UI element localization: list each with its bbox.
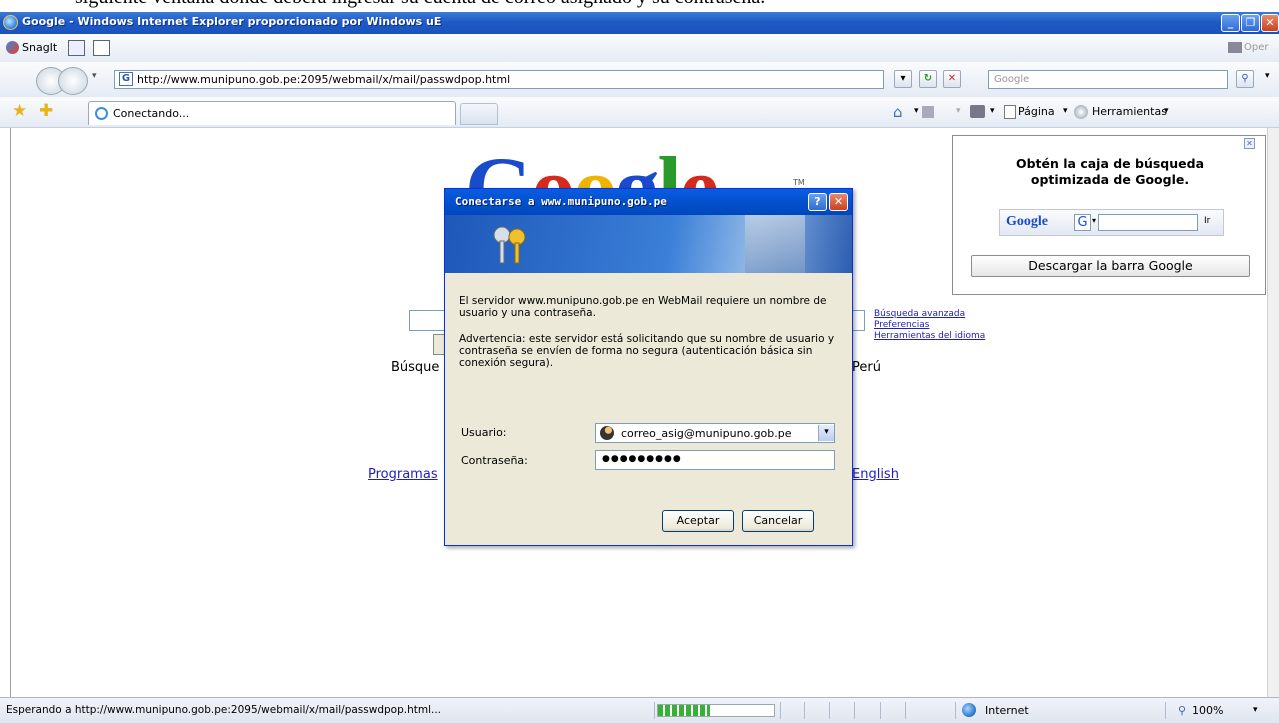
dialog-warning: Advertencia: este servidor está solicita… bbox=[459, 333, 835, 369]
peru-fragment: Perú bbox=[852, 360, 881, 375]
banner-keys-shadow bbox=[745, 215, 805, 273]
promo-g-icon: G bbox=[1074, 214, 1091, 231]
vertical-scrollbar[interactable] bbox=[1267, 128, 1279, 697]
dialog-close-button[interactable]: ✕ bbox=[829, 193, 848, 211]
password-value: ●●●●●●●●● bbox=[602, 454, 682, 464]
forward-button[interactable] bbox=[58, 67, 88, 95]
snagit-label[interactable]: SnagIt bbox=[22, 41, 57, 54]
home-chevron-down-icon[interactable]: ▾ bbox=[914, 106, 919, 116]
window-title: Google - Windows Internet Explorer propo… bbox=[22, 15, 442, 28]
dialog-title-bar: Conectarse a www.munipuno.gob.pe ? ✕ bbox=[445, 189, 852, 215]
search-options-chevron-down-icon[interactable]: ▾ bbox=[1265, 71, 1270, 81]
address-dropdown-button[interactable]: ▾ bbox=[894, 70, 912, 88]
favorites-star-icon[interactable]: ★ bbox=[12, 101, 27, 121]
zoom-icon[interactable]: ⚲ bbox=[1178, 704, 1186, 717]
tools-menu[interactable]: Herramientas bbox=[1092, 105, 1167, 118]
cancel-button[interactable]: Cancelar bbox=[742, 510, 814, 532]
address-url: http://www.munipuno.gob.pe:2095/webmail/… bbox=[137, 73, 511, 86]
close-window-button[interactable]: ✕ bbox=[1261, 14, 1279, 32]
status-bar: Esperando a http://www.munipuno.gob.pe:2… bbox=[0, 697, 1279, 723]
preferences-link[interactable]: Preferencias bbox=[874, 320, 929, 330]
search-placeholder: Google bbox=[994, 74, 1030, 85]
open-icon[interactable] bbox=[1228, 42, 1242, 53]
user-combo[interactable]: correo_asig@munipuno.gob.pe ▾ bbox=[595, 423, 835, 443]
language-tools-link[interactable]: Herramientas del idioma bbox=[874, 331, 985, 341]
stop-icon[interactable]: ✕ bbox=[943, 70, 961, 88]
help-button[interactable]: ? bbox=[808, 193, 827, 211]
search-fragment-left: Búsque bbox=[391, 360, 440, 375]
promo-toolbar-preview: Google G ▾ Ir bbox=[999, 209, 1224, 236]
google-search-input[interactable] bbox=[409, 310, 449, 331]
home-icon[interactable]: ⌂ bbox=[893, 103, 903, 121]
promo-heading: Obtén la caja de búsqueda optimizada de … bbox=[1015, 156, 1205, 187]
new-tab-button[interactable] bbox=[460, 103, 498, 125]
promo-go-label: Ir bbox=[1204, 216, 1211, 226]
loading-icon bbox=[95, 107, 108, 120]
promo-chevron-down-icon: ▾ bbox=[1092, 216, 1097, 225]
document-caption: siguiente ventana donde deberá ingresar … bbox=[0, 0, 1279, 12]
dialog-title: Conectarse a www.munipuno.gob.pe bbox=[455, 195, 667, 208]
user-label: Usuario: bbox=[461, 426, 507, 439]
user-avatar-icon bbox=[600, 426, 614, 440]
snagit-toolbar: SnagIt Oper bbox=[0, 34, 1279, 63]
open-label[interactable]: Oper bbox=[1244, 42, 1268, 53]
internet-globe-icon bbox=[962, 703, 976, 717]
caption-text: siguiente ventana donde deberá ingresar … bbox=[75, 0, 765, 9]
address-field[interactable]: G http://www.munipuno.gob.pe:2095/webmai… bbox=[114, 70, 884, 89]
promo-search-field bbox=[1098, 214, 1198, 231]
password-label: Contraseña: bbox=[461, 454, 528, 467]
keys-icon bbox=[490, 223, 530, 267]
security-zone: Internet bbox=[985, 704, 1029, 717]
feeds-icon[interactable] bbox=[922, 106, 934, 118]
minimize-button[interactable]: _ bbox=[1221, 14, 1240, 32]
tools-gear-icon[interactable] bbox=[1074, 105, 1088, 119]
ie-logo-icon bbox=[3, 15, 18, 30]
print-icon[interactable] bbox=[970, 105, 985, 118]
close-promo-icon[interactable]: ✕ bbox=[1244, 138, 1255, 149]
address-toolbar: ▾ G http://www.munipuno.gob.pe:2095/webm… bbox=[0, 62, 1279, 98]
page-chevron-down-icon[interactable]: ▾ bbox=[1063, 106, 1068, 116]
password-field[interactable]: ●●●●●●●●● bbox=[595, 450, 835, 470]
history-chevron-down-icon[interactable]: ▾ bbox=[92, 71, 97, 81]
refresh-icon[interactable]: ↻ bbox=[919, 70, 937, 88]
dialog-banner bbox=[445, 215, 852, 273]
tab-label: Conectando... bbox=[113, 107, 190, 120]
search-icon[interactable]: ⚲ bbox=[1236, 70, 1254, 88]
user-chevron-down-icon[interactable]: ▾ bbox=[818, 425, 834, 441]
restore-icon[interactable]: ❐ bbox=[1241, 14, 1260, 32]
user-value: correo_asig@munipuno.gob.pe bbox=[621, 427, 792, 440]
login-dialog: Conectarse a www.munipuno.gob.pe ? ✕ El … bbox=[444, 188, 853, 546]
capture-window-icon[interactable] bbox=[68, 40, 85, 56]
zoom-level[interactable]: 100% bbox=[1192, 704, 1223, 717]
progress-bar bbox=[657, 704, 775, 717]
add-favorite-icon[interactable]: ✚ bbox=[39, 101, 53, 121]
capture-page-icon[interactable] bbox=[93, 40, 110, 56]
print-chevron-down-icon[interactable]: ▾ bbox=[990, 106, 995, 116]
feeds-chevron-down-icon[interactable]: ▾ bbox=[956, 106, 961, 116]
progress-fill bbox=[658, 705, 711, 716]
tab-toolbar: ★ ✚ Conectando... ⌂ ▾ ▾ ▾ Página ▾ Herra… bbox=[0, 97, 1279, 128]
status-separator bbox=[654, 702, 655, 719]
zoom-chevron-down-icon[interactable]: ▾ bbox=[1253, 705, 1258, 715]
dialog-message-1: El servidor www.munipuno.gob.pe en WebMa… bbox=[459, 295, 827, 319]
toolbar-promo-box: ✕ Obtén la caja de búsqueda optimizada d… bbox=[952, 135, 1266, 295]
advanced-search-link[interactable]: Búsqueda avanzada bbox=[874, 309, 965, 319]
window-title-bar: Google - Windows Internet Explorer propo… bbox=[0, 12, 1279, 34]
page-menu[interactable]: Página bbox=[1018, 105, 1055, 118]
tools-chevron-down-icon[interactable]: ▾ bbox=[1164, 106, 1169, 116]
page-icon[interactable] bbox=[1004, 105, 1016, 119]
search-field[interactable]: Google bbox=[988, 70, 1228, 89]
snagit-icon[interactable] bbox=[6, 41, 19, 54]
english-link[interactable]: English bbox=[852, 467, 899, 482]
tab-conectando[interactable]: Conectando... bbox=[88, 101, 456, 125]
promo-google-word: Google bbox=[1006, 214, 1048, 229]
programs-link[interactable]: Programas bbox=[368, 467, 438, 482]
google-favicon-icon: G bbox=[119, 72, 133, 86]
status-text: Esperando a http://www.munipuno.gob.pe:2… bbox=[6, 704, 442, 716]
download-toolbar-button[interactable]: Descargar la barra Google bbox=[971, 255, 1250, 277]
ok-button[interactable]: Aceptar bbox=[662, 510, 734, 532]
logo-trademark: TM bbox=[793, 178, 805, 187]
